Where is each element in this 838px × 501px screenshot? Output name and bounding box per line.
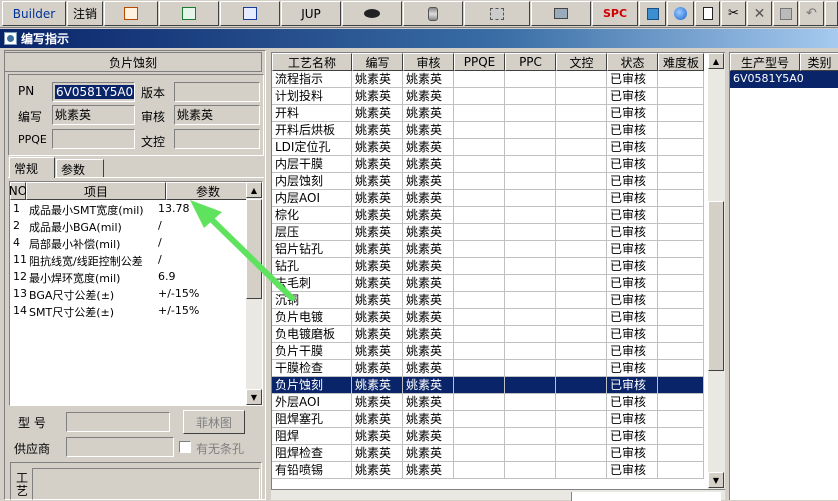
annotation-arrow [190, 200, 295, 301]
arrow-shaft [203, 211, 295, 301]
tab-general[interactable]: 常规 [9, 157, 55, 178]
